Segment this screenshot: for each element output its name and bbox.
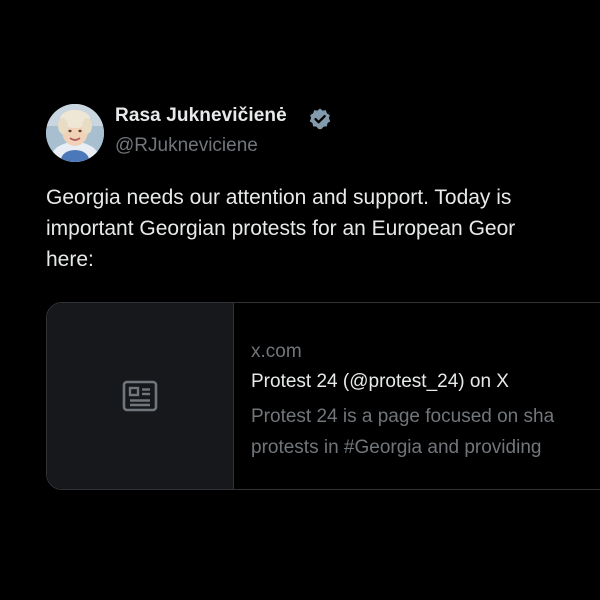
- tweet-view: Rasa Juknevičienė @RJukneviciene Georgia…: [0, 0, 600, 600]
- newspaper-icon: [122, 380, 158, 412]
- link-card-description: Protest 24 is a page focused on sha prot…: [251, 401, 554, 463]
- avatar-photo: [46, 104, 104, 162]
- link-preview-card[interactable]: x.com Protest 24 (@protest_24) on X Prot…: [46, 302, 600, 490]
- link-card-description-line: protests in #Georgia and providing: [251, 437, 542, 458]
- link-card-thumbnail: [47, 303, 234, 489]
- link-card-title: Protest 24 (@protest_24) on X: [251, 371, 509, 392]
- tweet-text-line: here:: [46, 248, 94, 271]
- link-card-domain: x.com: [251, 341, 302, 362]
- tweet-text: Georgia needs our attention and support.…: [46, 182, 600, 275]
- verified-badge-icon[interactable]: [308, 107, 332, 131]
- author-name[interactable]: Rasa Juknevičienė: [115, 105, 287, 127]
- author-handle[interactable]: @RJukneviciene: [115, 135, 258, 157]
- link-card-description-line: Protest 24 is a page focused on sha: [251, 406, 555, 427]
- author-avatar[interactable]: [46, 104, 104, 162]
- tweet-text-line: important Georgian protests for an Europ…: [46, 217, 516, 240]
- tweet-text-line: Georgia needs our attention and support.…: [46, 186, 512, 209]
